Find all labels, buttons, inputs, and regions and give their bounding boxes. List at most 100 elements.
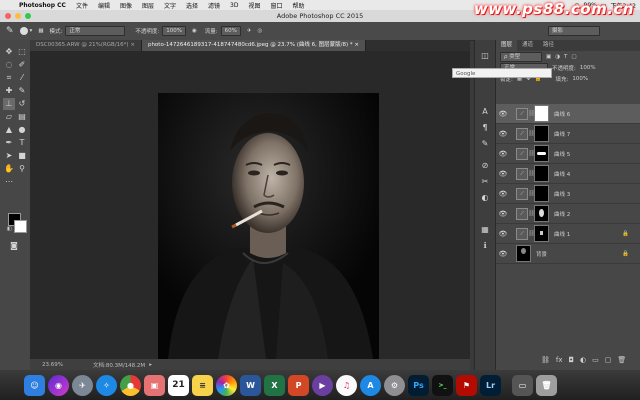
history-brush-tool-icon[interactable]: ↺ [16, 98, 28, 110]
filter-shape-icon[interactable]: ▢ [571, 54, 576, 60]
history-panel-icon[interactable]: ◫ [479, 50, 491, 62]
new-group-icon[interactable]: ▭ [592, 356, 599, 364]
character-panel-icon[interactable]: A [479, 106, 491, 118]
visibility-eye-icon[interactable]: 👁 [498, 190, 508, 198]
layer-row[interactable]: 👁 ⟋ ⛓ 曲线 3 [496, 184, 640, 204]
menu-edit[interactable]: 编辑 [93, 1, 115, 10]
eraser-tool-icon[interactable]: ▱ [3, 111, 15, 123]
layer-row[interactable]: 👁 ⟋ ⛓ 曲线 6 [496, 104, 640, 124]
healing-tool-icon[interactable]: ✚ [3, 85, 15, 97]
layer-mask-thumbnail[interactable] [534, 105, 549, 122]
terminal-icon[interactable]: >_ [432, 374, 453, 396]
fill-value[interactable]: 100% [572, 76, 588, 82]
move-tool-icon[interactable]: ✥ [3, 46, 15, 58]
layer-row[interactable]: 👁 ⟋ ⛓ 曲线 2 [496, 204, 640, 224]
menu-type[interactable]: 文字 [159, 1, 181, 10]
type-tool-icon[interactable]: T [16, 137, 28, 149]
status-menu-arrow-icon[interactable]: ▸ [149, 362, 152, 368]
tab-channels[interactable]: 通道 [517, 40, 538, 51]
layer-opacity-value[interactable]: 100% [580, 65, 596, 71]
menu-3d[interactable]: 3D [225, 2, 243, 9]
visibility-eye-icon[interactable]: 👁 [498, 130, 508, 138]
visibility-eye-icon[interactable]: 👁 [498, 250, 508, 258]
document-size[interactable]: 文档:80.3M/148.2M [93, 361, 145, 369]
launchpad-icon[interactable]: ✈ [72, 374, 93, 396]
shape-tool-icon[interactable]: ■ [16, 150, 28, 162]
layer-row[interactable]: 👁 背景 🔒 [496, 244, 640, 264]
lasso-tool-icon[interactable]: ◌ [3, 59, 15, 71]
layer-row[interactable]: 👁 ⟋ ⛓ 曲线 1 🔒 [496, 224, 640, 244]
chrome-icon[interactable]: ● [120, 374, 141, 396]
finder-icon[interactable]: ☺ [24, 374, 45, 396]
blur-tool-icon[interactable]: ▲ [3, 124, 15, 136]
pressure-size-icon[interactable]: ◎ [257, 28, 262, 34]
mode-select[interactable]: 正常 [65, 26, 126, 36]
brush-tool-icon[interactable]: ✎ [6, 26, 14, 36]
path-select-tool-icon[interactable]: ➤ [3, 150, 15, 162]
notes-icon[interactable]: ≡ [192, 374, 213, 396]
menu-filter[interactable]: 滤镜 [203, 1, 225, 10]
opacity-input[interactable]: 100% [162, 26, 186, 36]
word-icon[interactable]: W [240, 374, 261, 396]
visibility-eye-icon[interactable]: 👁 [498, 110, 508, 118]
visibility-eye-icon[interactable]: 👁 [498, 150, 508, 158]
visibility-eye-icon[interactable]: 👁 [498, 230, 508, 238]
layer-mask-thumbnail[interactable] [534, 125, 549, 142]
menu-select[interactable]: 选择 [181, 1, 203, 10]
safari-icon[interactable]: ✧ [96, 374, 117, 396]
tab-document-photo[interactable]: photo-1472646189317-418747480cd6.jpeg @ … [141, 40, 366, 51]
layer-mask-thumbnail[interactable] [534, 185, 549, 202]
brush-tool-icon[interactable]: ✎ [16, 85, 28, 97]
flow-input[interactable]: 60% [220, 26, 241, 36]
eyedropper-tool-icon[interactable]: ⁄ [16, 72, 28, 84]
calendar-icon[interactable]: 21 [168, 374, 189, 396]
new-layer-icon[interactable]: ▢ [605, 356, 612, 364]
brush-panel-icon[interactable]: ▦ [38, 28, 43, 34]
paragraph-panel-icon[interactable]: ¶ [479, 122, 491, 134]
lightroom-icon[interactable]: Lr [480, 374, 501, 396]
brush-preset-picker[interactable]: ▾ [19, 27, 32, 35]
background-layer-thumbnail[interactable] [516, 245, 531, 262]
trash-icon[interactable]: 🗑 [536, 374, 557, 396]
layer-filter-select[interactable]: ρ 类型 [500, 51, 542, 62]
layer-row[interactable]: 👁 ⟋ ⛓ 曲线 5 [496, 144, 640, 164]
itunes-icon[interactable]: ♫ [336, 374, 357, 396]
new-adjustment-icon[interactable]: ◐ [580, 356, 586, 364]
menu-app-name[interactable]: Photoshop CC [14, 2, 71, 9]
filter-adjust-icon[interactable]: ◑ [555, 54, 560, 60]
filter-pixel-icon[interactable]: ▣ [546, 54, 551, 60]
add-mask-icon[interactable]: ◘ [569, 356, 575, 364]
layer-mask-thumbnail[interactable] [534, 225, 549, 242]
marquee-tool-icon[interactable]: ⬚ [16, 46, 28, 58]
quick-mask-icon[interactable]: ◙ [8, 240, 20, 252]
siri-icon[interactable]: ◉ [48, 374, 69, 396]
pressure-opacity-icon[interactable]: ◉ [192, 28, 197, 34]
tab-layers[interactable]: 图层 [496, 40, 518, 51]
adjustments-panel-icon[interactable]: ◐ [479, 192, 491, 204]
info-panel-icon[interactable]: ℹ [479, 240, 491, 252]
layer-row[interactable]: 👁 ⟋ ⛓ 曲线 7 [496, 124, 640, 144]
system-preferences-icon[interactable]: ⚙ [384, 374, 405, 396]
zoom-level[interactable]: 23.69% [42, 362, 63, 368]
hand-tool-icon[interactable]: ✋ [3, 163, 15, 175]
layer-mask-thumbnail[interactable] [534, 165, 549, 182]
delete-layer-icon[interactable]: 🗑 [617, 356, 626, 364]
acrobat-icon[interactable]: ⚑ [456, 374, 477, 396]
layer-row[interactable]: 👁 ⟋ ⛓ 曲线 4 [496, 164, 640, 184]
menu-file[interactable]: 文件 [71, 1, 93, 10]
layer-style-icon[interactable]: fx [556, 356, 563, 364]
default-colors-icon[interactable]: ◧ [7, 226, 12, 232]
zoom-tool-icon[interactable]: ⚲ [16, 163, 28, 175]
tool-presets-panel-icon[interactable]: ✂ [479, 176, 491, 188]
layer-mask-thumbnail[interactable] [534, 205, 549, 222]
dodge-tool-icon[interactable]: ● [16, 124, 28, 136]
app-store-icon[interactable]: A [360, 374, 381, 396]
filter-type-icon[interactable]: T [564, 54, 567, 60]
background-color-swatch[interactable] [14, 220, 27, 233]
tab-document-dsc00365[interactable]: DSC00365.ARW @ 21%(RGB/16*) × [30, 40, 142, 51]
menu-help[interactable]: 帮助 [288, 1, 310, 10]
visibility-eye-icon[interactable]: 👁 [498, 170, 508, 178]
visibility-eye-icon[interactable]: 👁 [498, 210, 508, 218]
brushes-panel-icon[interactable]: ✎ [479, 138, 491, 150]
tab-paths[interactable]: 路径 [538, 40, 559, 51]
